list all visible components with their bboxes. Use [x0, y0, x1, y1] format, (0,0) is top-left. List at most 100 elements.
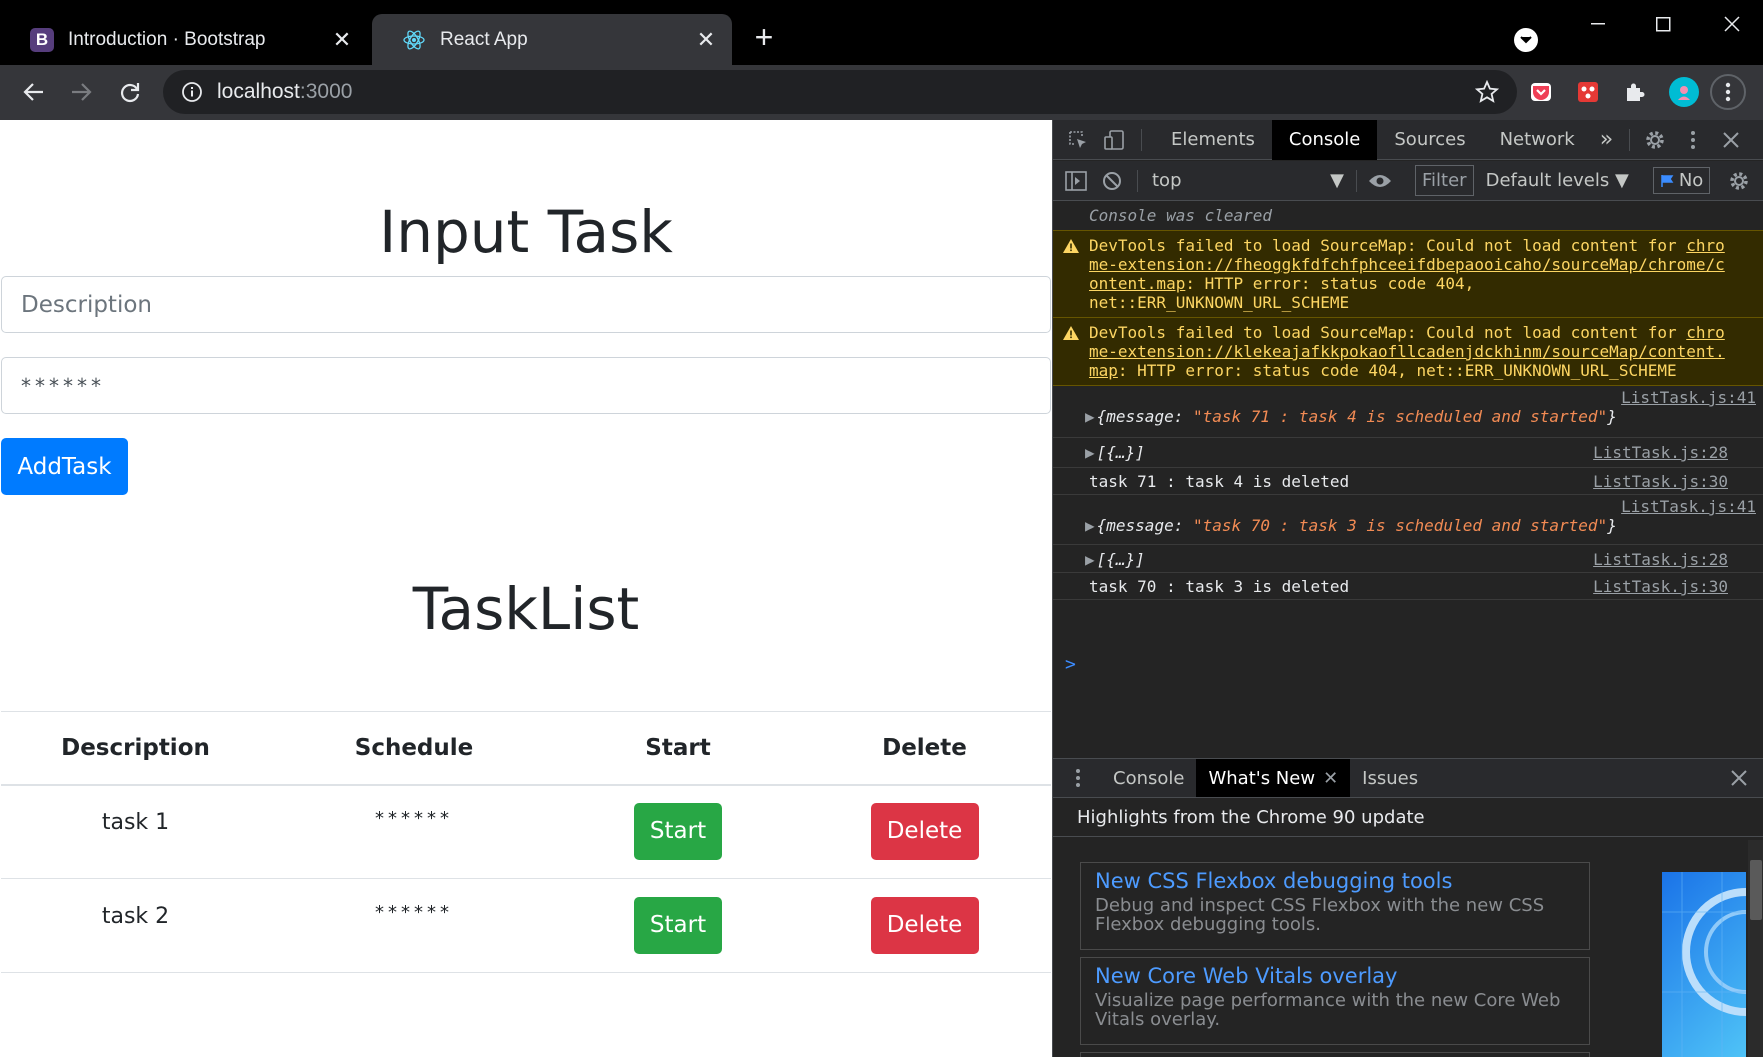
expand-triangle-icon[interactable]: ▶ — [1085, 516, 1095, 535]
expand-triangle-icon[interactable]: ▶ — [1085, 407, 1095, 426]
news-card[interactable]: New Core Web Vitals overlay Visualize pa… — [1080, 957, 1590, 1045]
live-expression-eye-icon[interactable] — [1367, 168, 1393, 194]
tab-console[interactable]: Console — [1271, 119, 1378, 160]
news-card-title[interactable]: New CSS Flexbox debugging tools — [1095, 869, 1575, 893]
tab-sources[interactable]: Sources — [1377, 120, 1482, 160]
maximize-icon[interactable] — [1643, 8, 1683, 40]
header-description: Description — [1, 711, 270, 786]
warning-message: DevTools failed to load SourceMap: Could… — [1053, 318, 1763, 386]
bootstrap-favicon-icon: B — [30, 27, 54, 52]
react-favicon-icon — [402, 28, 426, 52]
issues-button[interactable]: No — [1652, 167, 1711, 194]
news-card-title[interactable]: New Core Web Vitals overlay — [1095, 964, 1575, 988]
log-levels-dropdown[interactable]: Default levels ▼ — [1486, 170, 1629, 191]
device-toolbar-icon[interactable] — [1101, 127, 1127, 153]
task-schedule: ****** — [270, 784, 558, 879]
devtools-menu-icon[interactable] — [1680, 127, 1706, 153]
tab-title: React App — [440, 28, 528, 50]
start-button[interactable]: Start — [634, 803, 722, 861]
context-select[interactable]: top ▼ — [1138, 170, 1356, 191]
description-input[interactable]: Description — [1, 276, 1051, 333]
drawer-tabbar: Console What's New ✕ Issues — [1053, 758, 1763, 798]
drawer-tab-issues[interactable]: Issues — [1350, 759, 1430, 797]
close-tab-icon[interactable]: ✕ — [330, 27, 354, 52]
address-bar[interactable]: localhost:3000 — [163, 70, 1517, 114]
log-entry: ListTask.js:41 ▶ {message: "task 71 : tas… — [1053, 386, 1763, 438]
source-link[interactable]: ListTask.js:41 — [1621, 497, 1756, 516]
tasklist-heading: TaskList — [412, 575, 640, 643]
forward-icon[interactable] — [62, 73, 100, 111]
whats-new-header: Highlights from the Chrome 90 update — [1053, 799, 1763, 837]
news-card-description: Visualize page performance with the new … — [1095, 990, 1561, 1030]
news-card[interactable]: New CSS Flexbox debugging tools Debug an… — [1080, 862, 1590, 950]
delete-button[interactable]: Delete — [870, 897, 979, 954]
source-link[interactable]: ListTask.js:28 — [1593, 550, 1728, 569]
back-icon[interactable] — [15, 73, 53, 111]
devtools-tabbar: Elements Console Sources Network » — [1053, 119, 1763, 160]
console-filter-bar: top ▼ Filter Default levels ▼ No — [1053, 161, 1763, 201]
whats-new-thumbnail — [1662, 872, 1746, 1057]
expand-triangle-icon[interactable]: ▶ — [1085, 443, 1095, 462]
drawer-tab-console[interactable]: Console — [1101, 759, 1196, 797]
url-text: localhost:3000 — [217, 80, 353, 103]
header-schedule: Schedule — [270, 711, 558, 786]
bookmark-star-icon[interactable] — [1474, 79, 1500, 104]
console-log: Console was cleared DevTools failed to l… — [1053, 202, 1763, 758]
extensions-puzzle-icon[interactable] — [1622, 79, 1648, 105]
source-link[interactable]: ListTask.js:30 — [1593, 577, 1728, 596]
close-drawer-icon[interactable] — [1726, 765, 1752, 791]
devtools-panel: Elements Console Sources Network » top ▼ — [1052, 119, 1763, 1057]
close-tab-icon[interactable]: ✕ — [694, 27, 718, 52]
clear-console-icon[interactable] — [1099, 168, 1125, 194]
drawer-tab-whats-new[interactable]: What's New ✕ — [1196, 759, 1351, 797]
source-link[interactable]: ListTask.js:28 — [1593, 443, 1728, 462]
news-card[interactable] — [1080, 1052, 1590, 1057]
warning-icon — [1063, 239, 1079, 253]
page-viewport: Input Task Description ****** AddTask Ta… — [0, 120, 1052, 1057]
new-tab-icon[interactable]: + — [748, 21, 780, 54]
profile-avatar[interactable] — [1669, 77, 1699, 107]
header-start: Start — [558, 711, 798, 786]
console-prompt[interactable]: > — [1065, 654, 1076, 675]
log-entry: task 70 : task 3 is deleted ListTask.js:… — [1053, 573, 1763, 600]
warning-icon — [1063, 326, 1079, 340]
browser-menu-icon[interactable] — [1710, 74, 1746, 110]
task-description: task 1 — [1, 784, 270, 879]
drawer-scrollbar[interactable] — [1748, 840, 1763, 1057]
table-header-row: Description Schedule Start Delete — [1, 711, 1051, 786]
minimize-icon[interactable] — [1578, 8, 1618, 40]
source-link[interactable]: ListTask.js:41 — [1621, 388, 1756, 407]
tab-network[interactable]: Network — [1483, 120, 1592, 160]
tab-bootstrap[interactable]: B Introduction · Bootstrap ✕ — [0, 14, 368, 65]
close-tab-icon[interactable]: ✕ — [1323, 768, 1338, 789]
table-row: task 2 ****** Start Delete — [1, 878, 1051, 973]
start-button[interactable]: Start — [634, 897, 722, 954]
log-entry: ▶ [{…}] ListTask.js:28 — [1053, 438, 1763, 468]
site-info-icon[interactable] — [181, 81, 203, 103]
dropdown-arrow-icon: ▼ — [1330, 170, 1344, 191]
filter-input[interactable]: Filter — [1415, 165, 1474, 196]
more-tabs-icon[interactable]: » — [1592, 120, 1621, 160]
tab-elements[interactable]: Elements — [1154, 120, 1272, 160]
source-link[interactable]: ListTask.js:30 — [1593, 472, 1728, 491]
inspect-element-icon[interactable] — [1065, 127, 1091, 153]
header-delete: Delete — [798, 711, 1051, 786]
console-settings-icon[interactable] — [1726, 168, 1752, 194]
sidebar-toggle-icon[interactable] — [1063, 168, 1089, 194]
tab-search-icon[interactable] — [1514, 28, 1538, 52]
tab-react-app[interactable]: React App ✕ — [372, 14, 732, 65]
add-task-button[interactable]: AddTask — [1, 438, 128, 495]
close-window-icon[interactable] — [1712, 8, 1752, 40]
schedule-input[interactable]: ****** — [1, 357, 1051, 414]
close-devtools-icon[interactable] — [1718, 127, 1744, 153]
news-card-description: Debug and inspect CSS Flexbox with the n… — [1095, 895, 1545, 935]
drawer-menu-icon[interactable] — [1065, 765, 1091, 791]
pocket-extension-icon[interactable] — [1528, 79, 1554, 105]
red-extension-icon[interactable] — [1575, 79, 1601, 105]
expand-triangle-icon[interactable]: ▶ — [1085, 550, 1095, 569]
settings-gear-icon[interactable] — [1642, 127, 1668, 153]
tab-strip: B Introduction · Bootstrap ✕ React App ✕… — [0, 0, 1763, 65]
reload-icon[interactable] — [111, 73, 149, 111]
log-entry: ▶ [{…}] ListTask.js:28 — [1053, 545, 1763, 573]
delete-button[interactable]: Delete — [870, 803, 979, 861]
